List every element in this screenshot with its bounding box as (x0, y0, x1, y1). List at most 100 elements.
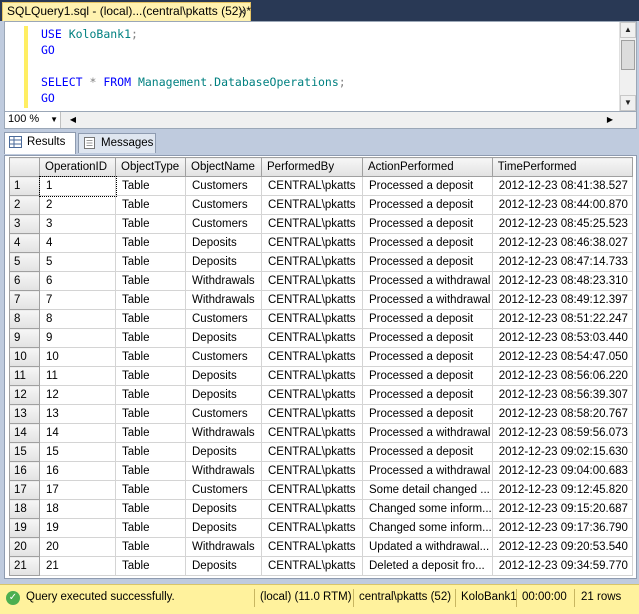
table-cell[interactable]: Customers (185, 347, 262, 367)
table-cell[interactable]: 2012-12-23 08:41:38.527 (491, 176, 633, 196)
row-number[interactable]: 14 (9, 423, 40, 443)
table-cell[interactable]: Updated a withdrawal... (362, 537, 493, 557)
table-cell[interactable]: 8 (39, 309, 116, 329)
table-row[interactable]: 5 5 Table Deposits CENTRAL\pkatts Processed a… (9, 252, 633, 272)
query-editor[interactable]: USE KoloBank1; GO SELECT * FROM Management… (4, 21, 637, 112)
table-cell[interactable]: Processed a deposit (362, 347, 493, 367)
table-row[interactable]: 10 10 Table Customers CENTRAL\pkatts Processe… (9, 347, 633, 367)
table-row[interactable]: 9 9 Table Deposits CENTRAL\pkatts Processed a… (9, 328, 633, 348)
table-cell[interactable]: 2012-12-23 08:53:03.440 (491, 328, 633, 348)
table-cell[interactable]: CENTRAL\pkatts (261, 461, 363, 481)
table-cell[interactable]: Table (115, 328, 186, 348)
table-cell[interactable]: 2012-12-23 09:02:15.630 (491, 442, 633, 462)
table-cell[interactable]: Processed a withdrawal (362, 271, 493, 291)
table-cell[interactable]: Processed a deposit (362, 176, 493, 196)
code-line[interactable]: GO (41, 90, 346, 106)
table-row[interactable]: 4 4 Table Deposits CENTRAL\pkatts Processed a… (9, 233, 633, 253)
row-number[interactable]: 11 (9, 366, 40, 386)
table-cell[interactable]: Table (115, 385, 186, 405)
table-cell[interactable]: 4 (39, 233, 116, 253)
table-cell[interactable]: 2012-12-23 08:56:06.220 (491, 366, 633, 386)
table-cell[interactable]: CENTRAL\pkatts (261, 385, 363, 405)
table-row[interactable]: 18 18 Table Deposits CENTRAL\pkatts Changed s… (9, 499, 633, 519)
table-row[interactable]: 3 3 Table Customers CENTRAL\pkatts Processed … (9, 214, 633, 234)
table-cell[interactable]: 7 (39, 290, 116, 310)
table-cell[interactable]: Customers (185, 214, 262, 234)
table-cell[interactable]: Processed a withdrawal (362, 423, 493, 443)
editor-vertical-scrollbar[interactable]: ▲ ▼ (619, 22, 636, 111)
table-row[interactable]: 6 6 Table Withdrawals CENTRAL\pkatts Processe… (9, 271, 633, 291)
table-cell[interactable]: Table (115, 309, 186, 329)
table-cell[interactable]: Deposits (185, 518, 262, 538)
table-cell[interactable]: CENTRAL\pkatts (261, 309, 363, 329)
table-row[interactable]: 17 17 Table Customers CENTRAL\pkatts Some det… (9, 480, 633, 500)
table-cell[interactable]: Withdrawals (185, 461, 262, 481)
table-cell[interactable]: CENTRAL\pkatts (261, 347, 363, 367)
code-line[interactable]: GO (41, 42, 346, 58)
table-cell[interactable]: Processed a deposit (362, 328, 493, 348)
column-header-timeperformed[interactable]: TimePerformed (491, 157, 633, 177)
results-grid[interactable]: OperationID ObjectType ObjectName Performed… (4, 155, 637, 579)
table-cell[interactable]: 2012-12-23 08:49:12.397 (491, 290, 633, 310)
column-header-actionperformed[interactable]: ActionPerformed (362, 157, 493, 177)
table-row[interactable]: 14 14 Table Withdrawals CENTRAL\pkatts Proces… (9, 423, 633, 443)
table-cell[interactable]: 6 (39, 271, 116, 291)
table-cell[interactable]: Withdrawals (185, 537, 262, 557)
table-cell[interactable]: Deposits (185, 385, 262, 405)
table-cell[interactable]: CENTRAL\pkatts (261, 537, 363, 557)
table-cell[interactable]: Processed a deposit (362, 233, 493, 253)
table-cell[interactable]: CENTRAL\pkatts (261, 423, 363, 443)
row-number[interactable]: 10 (9, 347, 40, 367)
table-cell[interactable]: 17 (39, 480, 116, 500)
table-cell[interactable]: Table (115, 366, 186, 386)
table-cell[interactable]: Changed some inform... (362, 518, 493, 538)
table-cell[interactable]: 15 (39, 442, 116, 462)
table-cell[interactable]: Processed a withdrawal (362, 290, 493, 310)
column-header-operationid[interactable]: OperationID (39, 157, 116, 177)
table-cell[interactable]: 12 (39, 385, 116, 405)
row-number[interactable]: 3 (9, 214, 40, 234)
row-number[interactable]: 8 (9, 309, 40, 329)
table-cell[interactable]: CENTRAL\pkatts (261, 195, 363, 215)
table-row[interactable]: 7 7 Table Withdrawals CENTRAL\pkatts Processe… (9, 290, 633, 310)
table-row[interactable]: 12 12 Table Deposits CENTRAL\pkatts Processed… (9, 385, 633, 405)
table-cell[interactable]: 16 (39, 461, 116, 481)
row-number[interactable]: 21 (9, 556, 40, 576)
table-cell[interactable]: 2012-12-23 08:51:22.247 (491, 309, 633, 329)
editor-scroll-thumb[interactable] (621, 40, 635, 70)
scroll-right-icon[interactable]: ▶ (602, 112, 618, 128)
table-cell[interactable]: Table (115, 347, 186, 367)
column-header-objectname[interactable]: ObjectName (185, 157, 262, 177)
table-cell[interactable]: Withdrawals (185, 271, 262, 291)
table-cell[interactable]: 10 (39, 347, 116, 367)
table-cell[interactable]: Customers (185, 480, 262, 500)
table-row[interactable]: 8 8 Table Customers CENTRAL\pkatts Processed … (9, 309, 633, 329)
table-cell[interactable]: Some detail changed ... (362, 480, 493, 500)
row-number[interactable]: 18 (9, 499, 40, 519)
table-cell[interactable]: Deposits (185, 499, 262, 519)
table-cell[interactable]: 2012-12-23 08:46:38.027 (491, 233, 633, 253)
row-number[interactable]: 2 (9, 195, 40, 215)
table-cell[interactable]: Processed a withdrawal (362, 461, 493, 481)
table-cell[interactable]: CENTRAL\pkatts (261, 442, 363, 462)
table-cell[interactable]: CENTRAL\pkatts (261, 404, 363, 424)
table-cell[interactable]: Withdrawals (185, 290, 262, 310)
table-cell[interactable]: 3 (39, 214, 116, 234)
table-cell[interactable]: Processed a deposit (362, 442, 493, 462)
table-cell[interactable]: 1 (38, 175, 117, 197)
table-cell[interactable]: CENTRAL\pkatts (261, 556, 363, 576)
table-cell[interactable]: CENTRAL\pkatts (261, 176, 363, 196)
table-cell[interactable]: CENTRAL\pkatts (261, 499, 363, 519)
table-cell[interactable]: Table (115, 290, 186, 310)
table-cell[interactable]: Processed a deposit (362, 309, 493, 329)
table-cell[interactable]: Deposits (185, 233, 262, 253)
table-cell[interactable]: 2012-12-23 08:48:23.310 (491, 271, 633, 291)
table-cell[interactable]: 2012-12-23 08:47:14.733 (491, 252, 633, 272)
table-cell[interactable]: 2012-12-23 08:44:00.870 (491, 195, 633, 215)
code-line[interactable] (41, 58, 346, 74)
table-row[interactable]: 13 13 Table Customers CENTRAL\pkatts Processe… (9, 404, 633, 424)
table-row[interactable]: 2 2 Table Customers CENTRAL\pkatts Processed … (9, 195, 633, 215)
table-cell[interactable]: Table (115, 518, 186, 538)
table-row[interactable]: 19 19 Table Deposits CENTRAL\pkatts Changed s… (9, 518, 633, 538)
table-cell[interactable]: Processed a deposit (362, 252, 493, 272)
